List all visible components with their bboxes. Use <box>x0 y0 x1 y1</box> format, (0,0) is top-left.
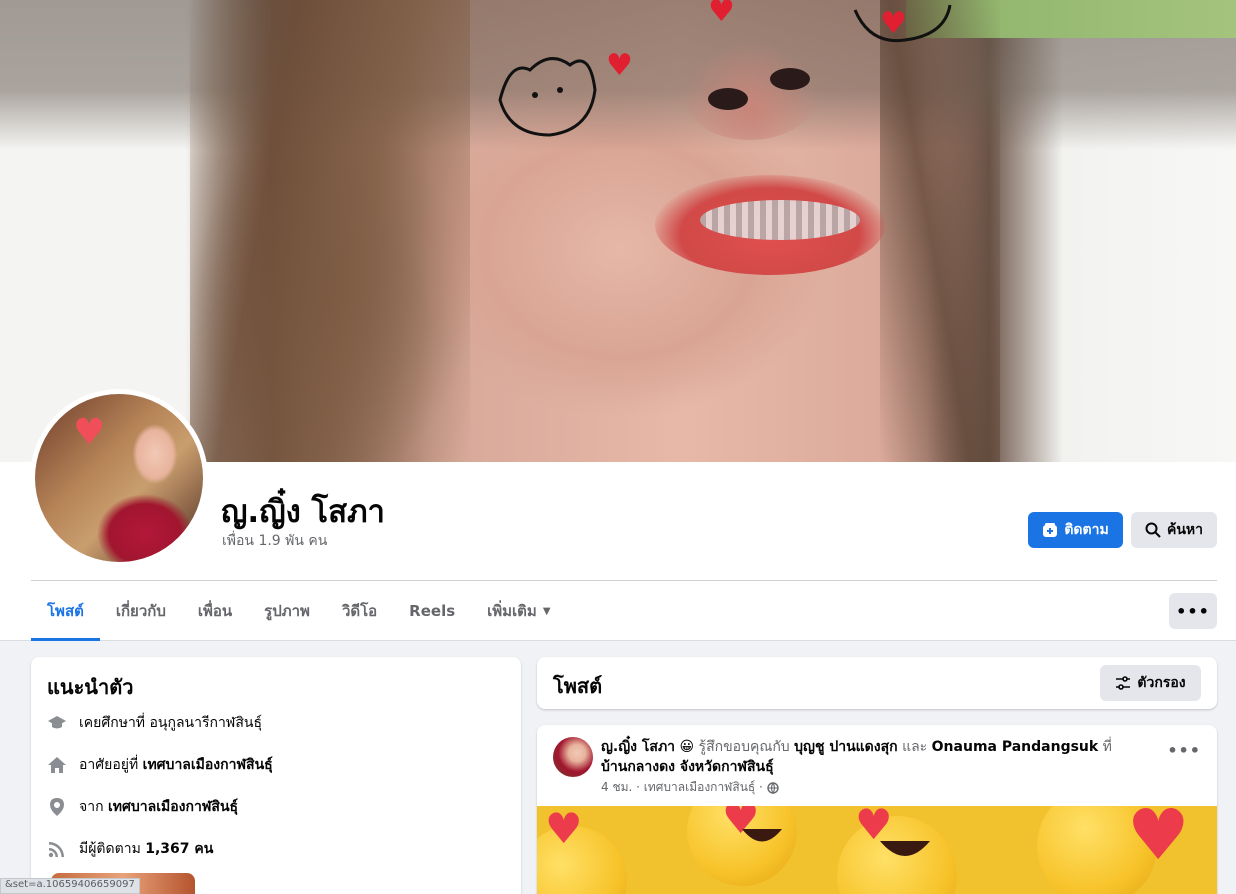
intro-title: แนะนำตัว <box>47 675 134 699</box>
heart-sticker-icon: ♥ <box>606 48 633 83</box>
filter-label: ตัวกรอง <box>1137 675 1186 691</box>
follow-icon <box>1043 523 1058 537</box>
profile-avatar[interactable]: ♥ <box>30 389 208 567</box>
intro-followers-text[interactable]: มีผู้ติดตาม 1,367 คน <box>79 838 213 860</box>
tab-label: เพิ่มเติม <box>487 602 537 620</box>
tab-videos[interactable]: วิดีโอ <box>326 581 393 641</box>
friends-count[interactable]: เพื่อน 1.9 พัน คน <box>222 530 327 552</box>
tab-about[interactable]: เกี่ยวกับ <box>100 581 182 641</box>
globe-public-icon <box>767 781 779 794</box>
filter-button[interactable]: ตัวกรอง <box>1100 665 1201 701</box>
tab-label: เพื่อน <box>197 602 233 620</box>
home-icon <box>47 755 67 775</box>
heart-sticker-icon: ♥ <box>73 412 106 453</box>
search-button[interactable]: ค้นหา <box>1131 512 1217 548</box>
post-card: ญ.ญิ๋ง โสภา 😀 รู้สึกขอบคุณกับ บุญชู ปานแ… <box>537 725 1217 894</box>
rss-followers-icon <box>47 839 67 859</box>
cover-photo[interactable]: ♥ ♥ ♥ <box>0 0 1236 462</box>
follow-button[interactable]: ติดตาม <box>1028 512 1123 548</box>
tab-label: Reels <box>409 602 456 620</box>
posts-title: โพสต์ <box>553 674 603 698</box>
follow-label: ติดตาม <box>1064 522 1109 538</box>
intro-card: แนะนำตัว เคยศึกษาที่ อนุกูลนารีกาฬสินธุ์… <box>31 657 521 894</box>
intro-lives-in-text[interactable]: อาศัยอยู่ที่ เทศบาลเมืองกาฬสินธุ์ <box>79 754 273 776</box>
location-pin-icon <box>47 797 67 817</box>
search-label: ค้นหา <box>1166 522 1204 538</box>
heart-icon: ♥ <box>545 806 583 853</box>
education-cap-icon <box>47 713 67 733</box>
profile-tabs: โพสต์ เกี่ยวกับ เพื่อน รูปภาพ วิดีโอ Ree… <box>31 581 567 641</box>
cat-doodle-icon <box>853 4 952 43</box>
intro-lives-in: อาศัยอยู่ที่ เทศบาลเมืองกาฬสินธุ์ <box>47 753 273 777</box>
tab-photos[interactable]: รูปภาพ <box>248 581 326 641</box>
post-at: ที่ <box>1098 739 1112 755</box>
cover-hair-right <box>880 0 1000 462</box>
cat-doodle-icon <box>498 57 597 137</box>
posts-header-card: โพสต์ ตัวกรอง <box>537 657 1217 709</box>
avatar-image: ♥ <box>35 394 203 562</box>
tab-label: รูปภาพ <box>264 602 310 620</box>
post-header-text: ญ.ญิ๋ง โสภา 😀 รู้สึกขอบคุณกับ บุญชู ปานแ… <box>601 737 1141 777</box>
tab-label: วิดีโอ <box>341 602 378 620</box>
caret-down-icon: ▼ <box>542 605 551 617</box>
tab-friends[interactable]: เพื่อน <box>182 581 248 641</box>
tab-posts[interactable]: โพสต์ <box>31 581 100 641</box>
post-and: และ <box>897 739 932 755</box>
post-place[interactable]: บ้านกลางดง จังหวัดกาฬสินธุ์ <box>601 759 774 775</box>
intro-followers: มีผู้ติดตาม 1,367 คน <box>47 837 213 861</box>
tab-label: เกี่ยวกับ <box>115 602 166 620</box>
cover-hair-left <box>190 0 470 462</box>
tab-reels[interactable]: Reels <box>393 581 471 641</box>
cover-teeth <box>700 200 860 240</box>
profile-name: ญ.ญิ๋ง โสภา <box>221 494 385 530</box>
post-author-name[interactable]: ญ.ญิ๋ง โสภา <box>601 739 675 755</box>
cover-nostril-right <box>770 68 810 90</box>
intro-from-text[interactable]: จาก เทศบาลเมืองกาฬสินธุ์ <box>79 796 238 818</box>
post-feeling: รู้สึกขอบคุณกับ <box>694 739 795 755</box>
post-author-avatar[interactable] <box>553 737 593 777</box>
emoji-mouth-icon <box>880 841 930 856</box>
post-image[interactable]: ♥ ♥ ♥ ♥ <box>537 806 1217 894</box>
intro-from: จาก เทศบาลเมืองกาฬสินธุ์ <box>47 795 238 819</box>
heart-icon: ♥ <box>1127 806 1190 876</box>
post-tag-2[interactable]: Onauma Pandangsuk <box>932 739 1099 755</box>
post-tag-1[interactable]: บุญชู ปานแดงสุก <box>794 739 897 755</box>
intro-education-text[interactable]: เคยศึกษาที่ อนุกูลนารีกาฬสินธุ์ <box>79 712 262 734</box>
more-options-button[interactable]: ••• <box>1169 593 1217 629</box>
tab-label: โพสต์ <box>47 602 84 620</box>
intro-education: เคยศึกษาที่ อนุกูลนารีกาฬสินธุ์ <box>47 711 262 735</box>
heart-sticker-icon: ♥ <box>708 0 735 29</box>
post-timestamp[interactable]: 4 ชม. · เทศบาลเมืองกาฬสินธุ์ · <box>601 778 763 797</box>
post-meta: 4 ชม. · เทศบาลเมืองกาฬสินธุ์ · <box>601 778 779 797</box>
tab-more[interactable]: เพิ่มเติม ▼ <box>471 581 566 641</box>
post-more-button[interactable]: ••• <box>1167 741 1201 760</box>
search-icon <box>1145 522 1161 538</box>
cover-nose <box>680 40 820 140</box>
feeling-emoji-icon: 😀 <box>679 739 695 755</box>
filter-sliders-icon <box>1116 676 1131 690</box>
status-bar-url: &set=a.10659406659097 <box>0 878 140 894</box>
emoji-mouth-icon <box>742 829 782 842</box>
cover-nostril-left <box>708 88 748 110</box>
